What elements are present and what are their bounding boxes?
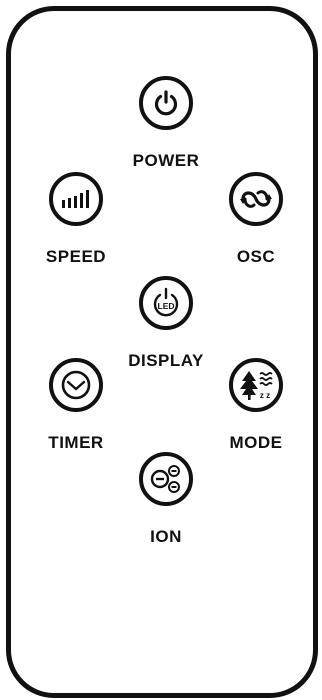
- remote-control-body: POWER SPEED OSC LED DISPLAY TIMER z z MO…: [6, 6, 318, 698]
- oscillation-arrows-icon: [240, 190, 272, 208]
- ion-button[interactable]: [139, 452, 193, 506]
- mode-button[interactable]: z z: [229, 358, 283, 412]
- osc-label: OSC: [236, 247, 276, 266]
- power-icon: [154, 90, 178, 116]
- speed-button[interactable]: [49, 172, 103, 226]
- sleep-mode-icon: z z: [240, 371, 273, 400]
- display-label: DISPLAY: [128, 351, 204, 370]
- power-button[interactable]: [139, 76, 193, 130]
- power-label: POWER: [132, 151, 200, 170]
- display-button[interactable]: LED: [139, 276, 193, 330]
- led-icon-text: LED: [158, 301, 175, 311]
- ion-icon: [150, 465, 180, 493]
- mode-icon-text: z z: [260, 391, 270, 400]
- mode-label: MODE: [229, 433, 283, 452]
- led-display-icon: LED: [153, 287, 179, 317]
- timer-button[interactable]: [49, 358, 103, 412]
- ion-label: ION: [150, 527, 182, 546]
- osc-button[interactable]: [229, 172, 283, 226]
- speed-label: SPEED: [45, 247, 107, 266]
- speed-bars-icon: [62, 190, 89, 208]
- timer-label: TIMER: [48, 433, 104, 452]
- timer-icon: [61, 370, 91, 400]
